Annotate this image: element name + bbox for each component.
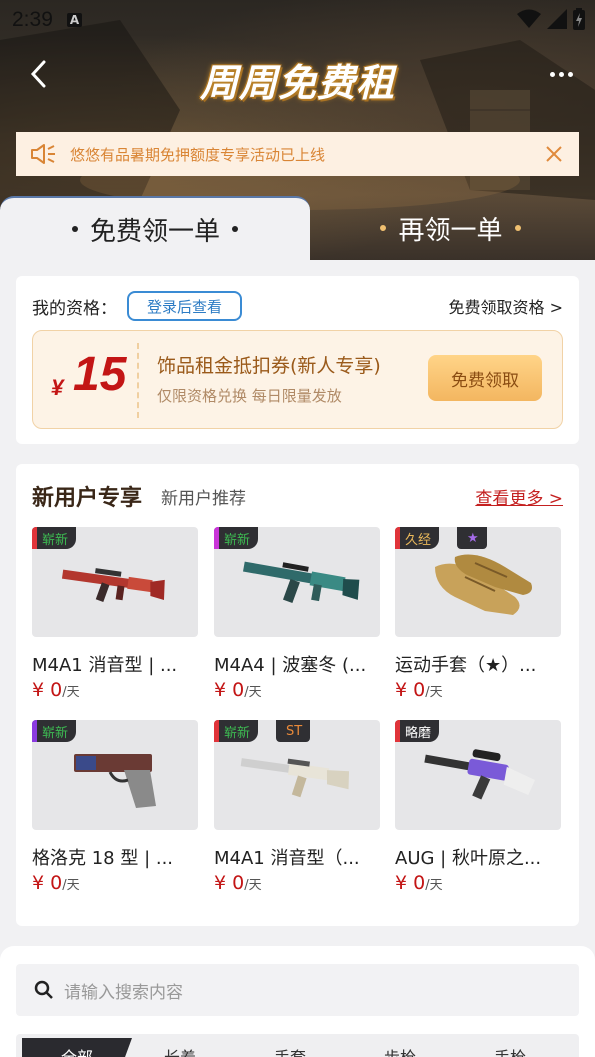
close-icon — [546, 146, 562, 162]
coupon-currency: ¥ — [51, 375, 64, 400]
star-tag: ★ — [457, 527, 487, 549]
product-price: ¥ 0/天 — [395, 872, 443, 894]
tab-label: 免费领一单 — [89, 216, 220, 247]
dot — [567, 71, 573, 77]
category-tab[interactable]: 长着 — [164, 1044, 196, 1057]
coupon-value: 15 — [73, 348, 127, 401]
product-name: 运动手套（★）... — [395, 655, 537, 676]
notice-banner[interactable]: 悠悠有品暑期免押额度专享活动已上线 — [16, 132, 579, 176]
claim-coupon-button[interactable]: 免费领取 — [428, 355, 542, 401]
signal-icon — [547, 9, 567, 29]
product-price: ¥ 0/天 — [214, 679, 262, 701]
login-to-view-button[interactable]: 登录后查看 — [127, 291, 242, 321]
wear-tag: 崭新 — [32, 720, 77, 742]
product-name: 格洛克 18 型 | ... — [32, 848, 174, 869]
product-name: M4A1 消音型 | ... — [32, 655, 178, 676]
category-tab[interactable]: 手枪 — [494, 1044, 526, 1057]
tab-label: 再领一单 — [398, 215, 503, 246]
product-card[interactable]: 崭新 ST M4A1 消音型（... ¥ 0/天 — [214, 720, 380, 900]
free-qualification-link[interactable]: 免费领取资格 > — [449, 294, 564, 318]
eligibility-label: 我的资格： — [32, 299, 117, 319]
product-image: 崭新 — [32, 720, 198, 830]
speaker-icon — [31, 144, 55, 164]
product-card[interactable]: 崭新 M4A1 消音型 | ... ¥ 0/天 — [32, 527, 198, 707]
product-card[interactable]: 久经 ★ 运动手套（★）... ¥ 0/天 — [395, 527, 561, 707]
category-tab[interactable]: 步枪 — [384, 1044, 416, 1057]
status-time: 2:39 — [12, 8, 53, 31]
product-price: ¥ 0/天 — [214, 872, 262, 894]
tab-dot — [380, 225, 387, 231]
tab-dot — [232, 226, 238, 232]
section-subtitle: 新用户推荐 — [161, 489, 246, 509]
close-notice-button[interactable] — [543, 143, 565, 165]
coupon-card: ¥ 15 饰品租金抵扣券(新人专享) 仅限资格兑换 每日限量发放 免费领取 — [32, 330, 563, 429]
product-image: 崭新 ST — [214, 720, 380, 830]
dot — [549, 71, 555, 77]
stattrak-tag: ST — [276, 720, 311, 742]
search-placeholder: 请输入搜索内容 — [64, 982, 183, 1003]
product-card[interactable]: 崭新 格洛克 18 型 | ... ¥ 0/天 — [32, 720, 198, 900]
wifi-icon — [517, 9, 541, 28]
wear-tag: 崭新 — [32, 527, 77, 549]
product-image: 崭新 — [32, 527, 198, 637]
category-tab[interactable]: 手套 — [274, 1044, 306, 1057]
dot — [558, 71, 564, 77]
product-price: ¥ 0/天 — [32, 872, 80, 894]
page-title: 周周免费租 — [199, 63, 395, 105]
tab-free-order[interactable]: 免费领一单 — [0, 196, 310, 260]
coupon-title: 饰品租金抵扣券(新人专享) — [157, 355, 381, 377]
product-card[interactable]: 崭新 M4A4 | 波塞冬 (... ¥ 0/天 — [214, 527, 380, 707]
battery-icon — [573, 8, 585, 30]
notification-badge: A — [66, 13, 83, 27]
notice-text: 悠悠有品暑期免押额度专享活动已上线 — [70, 145, 326, 164]
product-price: ¥ 0/天 — [395, 679, 443, 701]
eligibility-card: 我的资格： 登录后查看 免费领取资格 > ¥ 15 饰品租金抵扣券(新人专享) … — [16, 276, 579, 444]
status-bar: 2:39 A — [0, 0, 595, 40]
product-image: 崭新 — [214, 527, 380, 637]
coupon-subtitle: 仅限资格兑换 每日限量发放 — [157, 387, 342, 405]
search-icon — [34, 980, 53, 999]
product-name: M4A4 | 波塞冬 (... — [214, 655, 367, 676]
tab-dot — [514, 225, 521, 231]
wear-tag: 久经 — [395, 527, 440, 549]
section-title: 新用户专享 — [32, 486, 143, 511]
wear-tag: 崭新 — [214, 527, 259, 549]
wear-tag: 崭新 — [214, 720, 259, 742]
more-options-button[interactable] — [541, 60, 581, 88]
wear-tag: 略磨 — [395, 720, 440, 742]
coupon-amount: ¥ 15 — [51, 347, 151, 413]
category-bar: 全部 长着 手套 步枪 手枪 — [16, 1034, 579, 1057]
tab-dot — [71, 226, 78, 232]
product-image: 略磨 — [395, 720, 561, 830]
product-image: 久经 ★ — [395, 527, 561, 637]
product-price: ¥ 0/天 — [32, 679, 80, 701]
category-all[interactable]: 全部 — [22, 1038, 132, 1057]
product-card[interactable]: 略磨 AUG | 秋叶原之... ¥ 0/天 — [395, 720, 561, 900]
search-section: 请输入搜索内容 全部 长着 手套 步枪 手枪 — [0, 946, 595, 1057]
coupon-divider — [137, 343, 139, 418]
product-name: M4A1 消音型（... — [214, 848, 360, 869]
status-icons — [517, 8, 585, 30]
tab-another-order[interactable]: 再领一单 — [306, 196, 595, 260]
search-input[interactable]: 请输入搜索内容 — [16, 964, 579, 1016]
view-more-link[interactable]: 查看更多 > — [475, 484, 563, 509]
product-name: AUG | 秋叶原之... — [395, 848, 542, 869]
new-user-section: 新用户专享 新用户推荐 查看更多 > 崭新 M4A1 消音型 | ... ¥ 0… — [16, 464, 579, 926]
